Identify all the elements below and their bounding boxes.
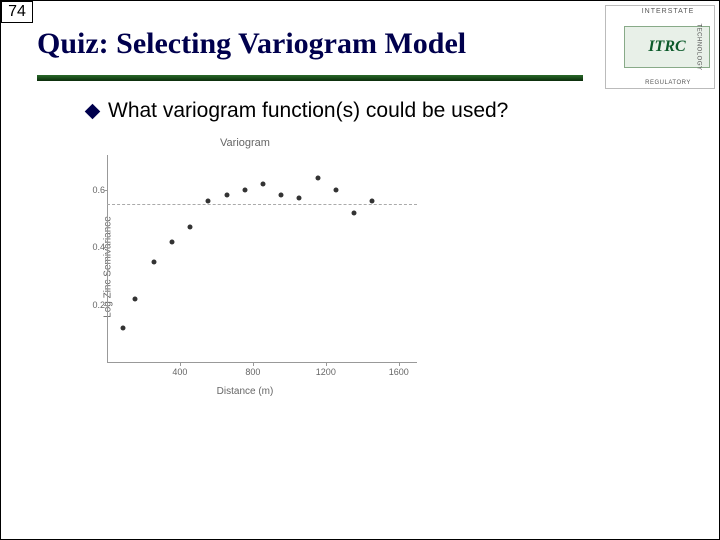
- x-tick-mark: [326, 363, 327, 366]
- data-point: [188, 225, 193, 230]
- data-point: [352, 210, 357, 215]
- data-point: [370, 199, 375, 204]
- y-tick-mark: [104, 305, 107, 306]
- data-point: [206, 199, 211, 204]
- data-point: [279, 193, 284, 198]
- chart-plot-area: [107, 155, 417, 363]
- data-point: [315, 176, 320, 181]
- data-point: [169, 239, 174, 244]
- data-point: [224, 193, 229, 198]
- data-point: [133, 297, 138, 302]
- y-tick-mark: [104, 247, 107, 248]
- data-point: [261, 181, 266, 186]
- bullet-text: What variogram function(s) could be used…: [108, 99, 508, 123]
- chart-xlabel: Distance (m): [217, 386, 274, 397]
- variogram-chart: Variogram Log Zinc Semivariance Distance…: [55, 137, 435, 397]
- logo-top-text: INTERSTATE: [624, 8, 712, 15]
- y-tick-mark: [104, 190, 107, 191]
- x-tick-mark: [180, 363, 181, 366]
- data-point: [151, 259, 156, 264]
- logo-right-text: TECHNOLOGY: [695, 23, 701, 70]
- logo-bottom-text: REGULATORY: [624, 80, 712, 86]
- bullet-diamond-icon: [85, 103, 101, 119]
- data-point: [242, 187, 247, 192]
- data-point: [120, 326, 125, 331]
- data-point: [333, 187, 338, 192]
- x-tick-mark: [399, 363, 400, 366]
- sill-line: [107, 204, 417, 205]
- page-number: 74: [1, 1, 33, 23]
- x-tick-label: 1600: [389, 367, 409, 377]
- data-point: [297, 196, 302, 201]
- bullet-row: What variogram function(s) could be used…: [87, 99, 508, 123]
- x-tick-label: 800: [245, 367, 260, 377]
- x-tick-label: 400: [172, 367, 187, 377]
- itrc-logo: INTERSTATE COUNCIL ITRC TECHNOLOGY REGUL…: [605, 5, 715, 89]
- slide-title: Quiz: Selecting Variogram Model: [37, 27, 466, 61]
- x-tick-label: 1200: [316, 367, 336, 377]
- x-tick-mark: [253, 363, 254, 366]
- title-underline: [37, 75, 583, 81]
- chart-title: Variogram: [220, 137, 270, 149]
